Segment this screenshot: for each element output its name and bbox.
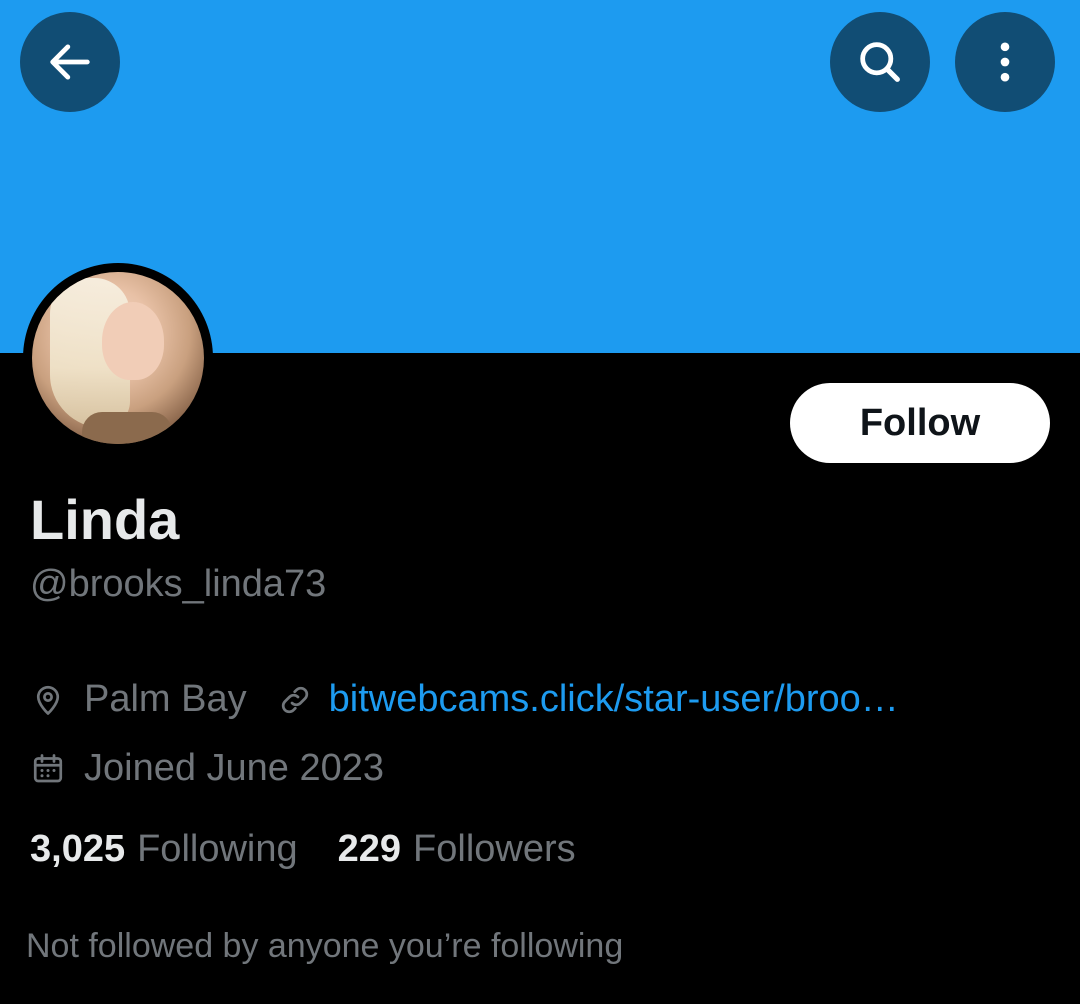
- follow-button[interactable]: Follow: [790, 383, 1050, 463]
- avatar[interactable]: [23, 263, 213, 453]
- location-pin-icon: [36, 685, 60, 715]
- link-icon: [281, 686, 308, 713]
- search-icon: [860, 42, 900, 82]
- profile-meta-location-website: Palm Bay bitwebcams.click/star-user/broo…: [30, 678, 899, 721]
- followers-label: Followers: [413, 828, 576, 870]
- following-count: 3,025: [30, 828, 126, 870]
- username-handle: @brooks_linda73: [30, 563, 327, 605]
- arrow-left-icon: [50, 44, 90, 80]
- profile-page: Follow Linda @brooks_linda73 Palm Bay bi…: [0, 0, 1080, 1004]
- following-stat[interactable]: 3,025 Following: [30, 828, 298, 871]
- joined-date: Joined June 2023: [84, 747, 385, 789]
- mutual-followers-note: Not followed by anyone you’re following: [26, 927, 624, 965]
- avatar-image: [32, 272, 204, 444]
- display-name: Linda: [30, 488, 180, 551]
- calendar-icon: [33, 753, 63, 782]
- more-vertical-icon: [1000, 42, 1010, 82]
- search-button[interactable]: [830, 12, 930, 112]
- website-link[interactable]: bitwebcams.click/star-user/broo…: [329, 678, 899, 721]
- following-label: Following: [137, 828, 298, 870]
- back-button[interactable]: [20, 12, 120, 112]
- followers-count: 229: [337, 828, 402, 870]
- followers-stat[interactable]: 229 Followers: [338, 828, 576, 871]
- follow-stats: 3,025 Following 229 Followers: [30, 828, 576, 871]
- more-options-button[interactable]: [955, 12, 1055, 112]
- profile-meta-joined: Joined June 2023: [30, 747, 384, 790]
- location-text: Palm Bay: [84, 678, 247, 720]
